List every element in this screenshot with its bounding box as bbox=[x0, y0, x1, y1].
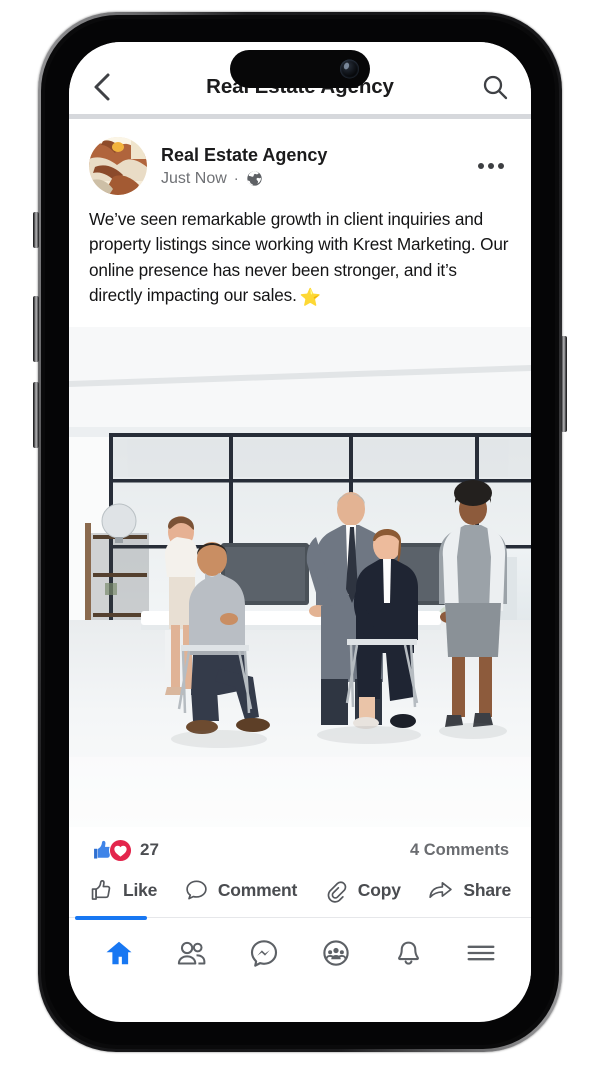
phone-screen: Real Estate Agency bbox=[69, 42, 531, 1022]
bell-icon bbox=[398, 941, 419, 965]
power-button[interactable] bbox=[561, 336, 567, 432]
avatar[interactable] bbox=[89, 137, 147, 195]
reaction-count: 27 bbox=[140, 840, 159, 860]
heart-red-icon bbox=[109, 839, 132, 861]
share-label: Share bbox=[463, 879, 511, 900]
dynamic-island bbox=[230, 50, 370, 88]
star-emoji: ⭐ bbox=[299, 287, 321, 308]
hamburger-menu-icon bbox=[467, 945, 495, 961]
groups-icon bbox=[323, 940, 349, 967]
more-dot bbox=[487, 162, 495, 170]
post-card: Real Estate Agency Just Now · We’ve seen… bbox=[69, 119, 531, 917]
post-timestamp: Just Now bbox=[161, 169, 227, 187]
comment-bubble-icon bbox=[186, 880, 207, 900]
meta-separator: · bbox=[233, 170, 239, 188]
chevron-left-icon bbox=[94, 73, 110, 101]
thumbs-up-icon bbox=[91, 879, 111, 900]
business-team-photo bbox=[69, 326, 531, 827]
post-options-button[interactable] bbox=[471, 162, 511, 170]
back-button[interactable] bbox=[91, 72, 125, 102]
post-body-text: We’ve seen remarkable growth in client i… bbox=[69, 205, 531, 327]
nav-menu[interactable] bbox=[453, 925, 509, 981]
like-label: Like bbox=[123, 879, 158, 900]
nav-friends[interactable] bbox=[163, 925, 219, 981]
post-image[interactable] bbox=[69, 326, 531, 827]
post-author-name[interactable]: Real Estate Agency bbox=[161, 144, 471, 167]
post-body-copy: We’ve seen remarkable growth in client i… bbox=[89, 209, 509, 306]
nav-home[interactable] bbox=[91, 925, 147, 981]
love-reaction-icon bbox=[109, 838, 132, 862]
search-button[interactable] bbox=[475, 73, 509, 101]
screenshot-stage: Real Estate Agency bbox=[0, 0, 600, 1067]
comment-label: Comment bbox=[217, 879, 298, 900]
copy-label: Copy bbox=[357, 879, 401, 900]
volume-up-button[interactable] bbox=[33, 296, 39, 362]
action-bar: Like Comment Copy Share bbox=[69, 871, 531, 917]
more-dot bbox=[477, 162, 485, 170]
bottom-navigation bbox=[69, 916, 531, 989]
messenger-icon bbox=[250, 940, 277, 967]
comment-count[interactable]: 4 Comments bbox=[410, 841, 509, 860]
nav-messenger[interactable] bbox=[236, 925, 292, 981]
volume-down-button[interactable] bbox=[33, 382, 39, 448]
more-dot bbox=[497, 162, 505, 170]
post-submeta: Just Now · bbox=[161, 170, 471, 188]
post-author-block: Real Estate Agency Just Now · bbox=[161, 144, 471, 188]
engagement-row: 27 4 Comments bbox=[69, 826, 531, 872]
nav-groups[interactable] bbox=[308, 925, 364, 981]
link-paperclip-icon bbox=[327, 881, 347, 903]
share-arrow-icon bbox=[429, 881, 453, 898]
friends-icon bbox=[177, 941, 206, 965]
share-button[interactable]: Share bbox=[427, 878, 511, 903]
handshake-photo bbox=[89, 137, 147, 195]
home-icon bbox=[106, 942, 132, 965]
mute-switch-button[interactable] bbox=[33, 212, 39, 248]
copy-button[interactable]: Copy bbox=[324, 878, 401, 903]
active-tab-indicator bbox=[75, 916, 147, 920]
reactions-group[interactable]: 27 bbox=[91, 838, 159, 862]
post-header: Real Estate Agency Just Now · bbox=[69, 119, 531, 205]
front-camera-icon bbox=[340, 59, 359, 79]
search-icon bbox=[483, 75, 508, 100]
like-button[interactable]: Like bbox=[89, 878, 157, 903]
comment-button[interactable]: Comment bbox=[184, 878, 297, 903]
globe-icon bbox=[247, 171, 262, 186]
privacy-audience[interactable] bbox=[246, 170, 263, 187]
nav-notifications[interactable] bbox=[380, 925, 436, 981]
